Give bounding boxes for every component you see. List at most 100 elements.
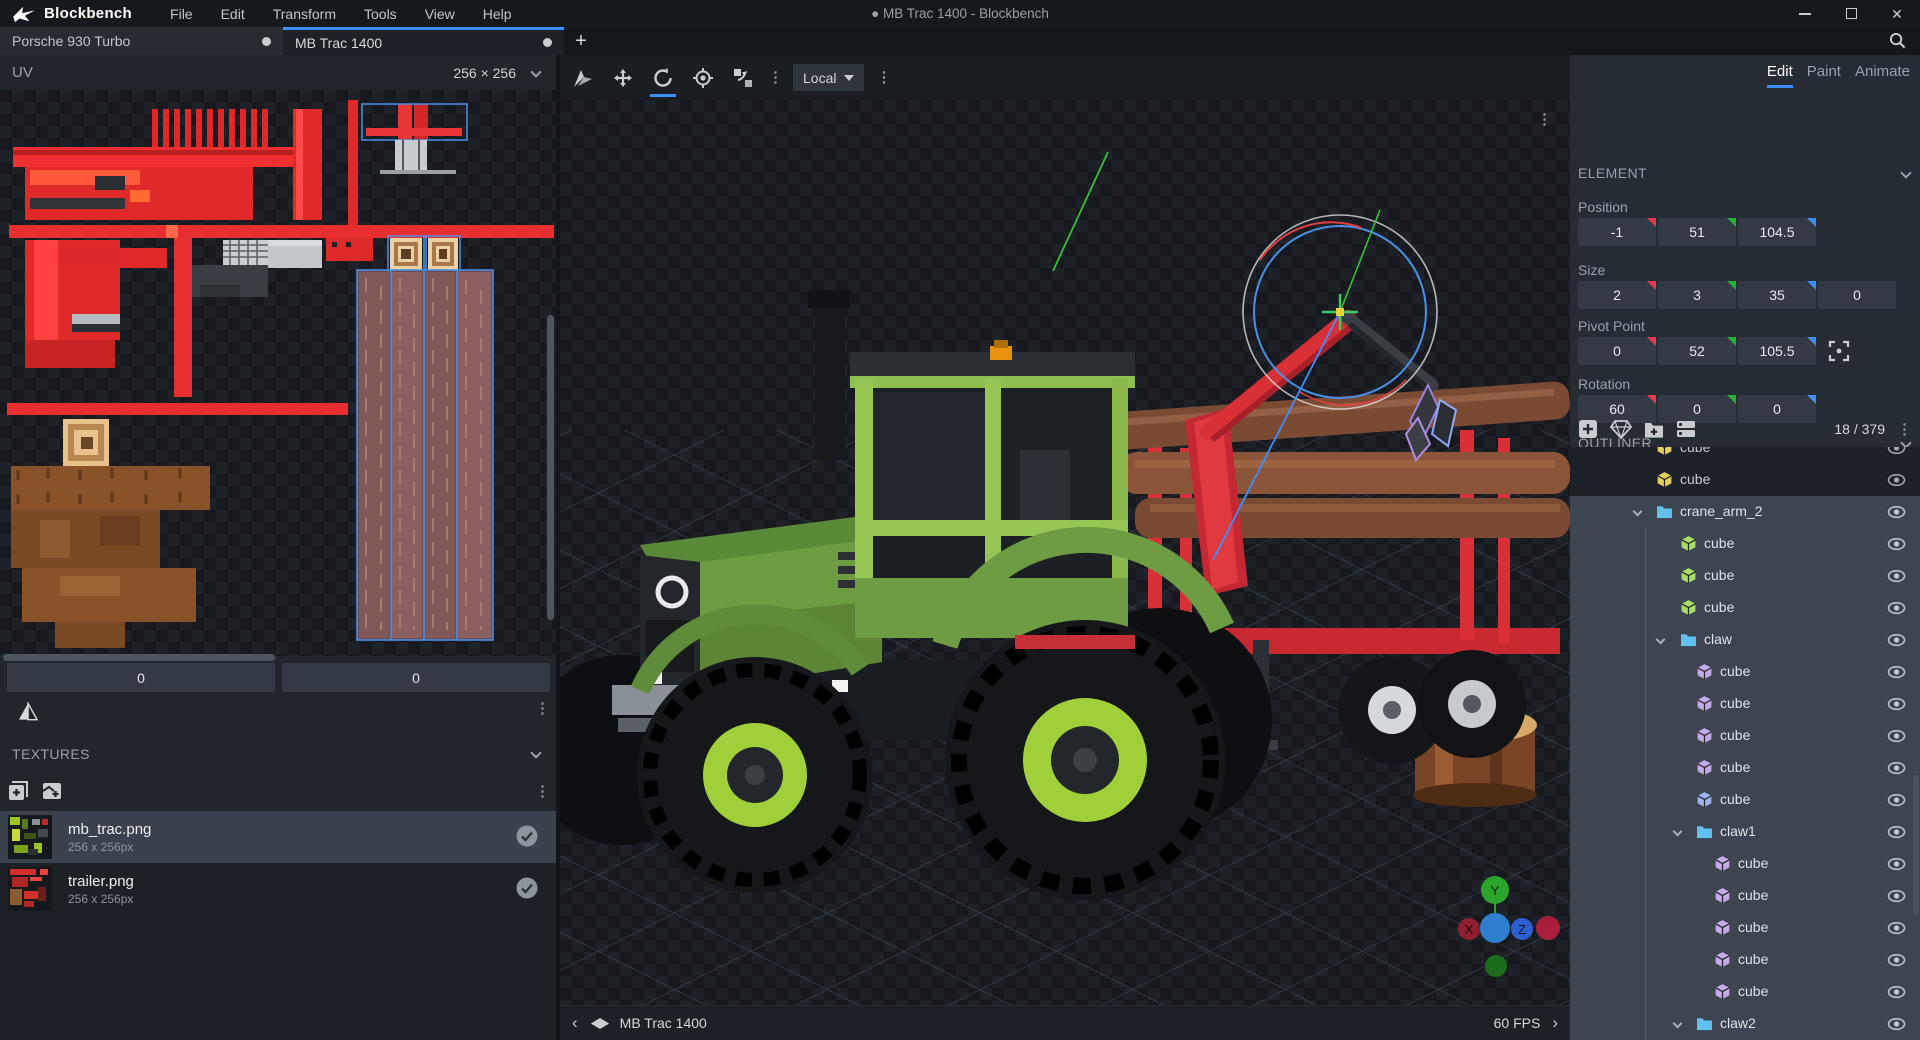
tab-porsche-930-turbo[interactable]: Porsche 930 Turbo (0, 27, 283, 55)
mirror-uv-icon[interactable] (18, 702, 38, 721)
visibility-toggle-icon[interactable] (1887, 601, 1906, 615)
position-z-field[interactable]: 104.5 (1738, 218, 1816, 246)
add-mesh-icon[interactable] (1610, 419, 1632, 439)
vertex-snap-tool-button[interactable] (726, 60, 760, 96)
size-z-field[interactable]: 35 (1738, 281, 1816, 309)
visibility-toggle-icon[interactable] (1887, 447, 1906, 455)
center-pivot-icon[interactable] (1828, 340, 1850, 362)
chevron-down-icon[interactable] (530, 747, 541, 758)
outliner-row-cube[interactable]: cube (1570, 784, 1920, 816)
uv-slide-x[interactable]: 0 (7, 663, 275, 692)
maximize-button[interactable] (1828, 0, 1874, 27)
outliner-row-crane-arm-2[interactable]: crane_arm_2 (1570, 496, 1920, 528)
chevron-down-icon[interactable] (1673, 1019, 1683, 1029)
uv-resolution[interactable]: 256 × 256 (453, 65, 516, 81)
create-texture-icon[interactable] (8, 781, 28, 801)
visibility-toggle-icon[interactable] (1887, 569, 1906, 583)
import-texture-icon[interactable] (42, 782, 62, 800)
tab-edit[interactable]: Edit (1767, 63, 1793, 88)
visibility-toggle-icon[interactable] (1887, 921, 1906, 935)
visibility-toggle-icon[interactable] (1887, 505, 1906, 519)
chevron-down-icon[interactable] (530, 66, 541, 77)
uv-toolbar-menu-icon[interactable]: ⋮ (535, 701, 550, 716)
texture-item-mb-trac[interactable]: mb_trac.png 256 x 256px (0, 811, 556, 863)
outliner-row-cube[interactable]: cube (1570, 752, 1920, 784)
pivot-x-field[interactable]: 0 (1578, 337, 1656, 365)
next-model-chevron[interactable]: › (1540, 1013, 1570, 1033)
uv-vertical-scrollbar[interactable] (547, 315, 554, 620)
uv-slide-y[interactable]: 0 (282, 663, 550, 692)
outliner-row-cube[interactable]: cube (1570, 464, 1920, 496)
visibility-toggle-icon[interactable] (1887, 1017, 1906, 1031)
visibility-toggle-icon[interactable] (1887, 473, 1906, 487)
toolbar-menu-icon-2[interactable]: ⋮ (876, 70, 891, 85)
prev-model-chevron[interactable]: ‹ (560, 1013, 590, 1033)
uv-editor-canvas[interactable] (0, 90, 556, 656)
visibility-toggle-icon[interactable] (1887, 825, 1906, 839)
visibility-toggle-icon[interactable] (1887, 889, 1906, 903)
size-x-field[interactable]: 2 (1578, 281, 1656, 309)
outliner-options-icon[interactable] (1676, 420, 1696, 438)
move-tool-button[interactable] (606, 60, 640, 96)
new-tab-button[interactable]: + (564, 27, 598, 55)
texture-item-trailer[interactable]: trailer.png 256 x 256px (0, 863, 556, 915)
textures-menu-icon[interactable]: ⋮ (535, 784, 550, 799)
tab-animate[interactable]: Animate (1855, 63, 1910, 88)
outliner-row-cube[interactable]: cube (1570, 528, 1920, 560)
menu-file[interactable]: File (158, 3, 205, 25)
position-x-field[interactable]: -1 (1578, 218, 1656, 246)
pivot-tool-button[interactable] (686, 60, 720, 96)
outliner-row-claw1[interactable]: claw1 (1570, 816, 1920, 848)
texture-visible-check-icon[interactable] (516, 825, 538, 847)
pivot-y-field[interactable]: 52 (1658, 337, 1736, 365)
outliner-row-cube[interactable]: cube (1570, 720, 1920, 752)
outliner-row-cube[interactable]: cube (1570, 688, 1920, 720)
outliner-row-cube[interactable]: cube (1570, 848, 1920, 880)
toolbar-menu-icon[interactable]: ⋮ (768, 70, 783, 85)
search-icon[interactable] (1889, 32, 1906, 49)
rotate-tool-button[interactable] (646, 60, 680, 96)
pivot-z-field[interactable]: 105.5 (1738, 337, 1816, 365)
outliner-row-cube[interactable]: cube (1570, 656, 1920, 688)
visibility-toggle-icon[interactable] (1887, 761, 1906, 775)
position-y-field[interactable]: 51 (1658, 218, 1736, 246)
outliner-row-cube[interactable]: cube (1570, 912, 1920, 944)
size-w-field[interactable]: 0 (1818, 281, 1896, 309)
visibility-toggle-icon[interactable] (1887, 665, 1906, 679)
element-section-header[interactable]: ELEMENT (1578, 165, 1910, 181)
3d-viewport[interactable]: X Y Z ⋮ (560, 100, 1570, 1005)
menu-transform[interactable]: Transform (261, 3, 348, 25)
outliner-row-claw2[interactable]: claw2 (1570, 1008, 1920, 1040)
minimize-button[interactable] (1782, 0, 1828, 27)
gizmo-tool-button[interactable] (566, 60, 600, 96)
outliner-row-cube[interactable]: cube (1570, 976, 1920, 1008)
chevron-down-icon[interactable] (1673, 827, 1683, 837)
outliner-row-claw[interactable]: claw (1570, 624, 1920, 656)
close-button[interactable]: ✕ (1874, 0, 1920, 27)
visibility-toggle-icon[interactable] (1887, 697, 1906, 711)
visibility-toggle-icon[interactable] (1887, 857, 1906, 871)
unsaved-dot[interactable] (543, 38, 552, 47)
transform-space-dropdown[interactable]: Local (793, 64, 864, 91)
outliner-row-cube[interactable]: cube (1570, 944, 1920, 976)
add-group-icon[interactable] (1644, 421, 1664, 438)
outliner-row-cube[interactable]: cube (1570, 592, 1920, 624)
uv-horizontal-scrollbar[interactable] (3, 654, 275, 661)
size-y-field[interactable]: 3 (1658, 281, 1736, 309)
visibility-toggle-icon[interactable] (1887, 537, 1906, 551)
visibility-toggle-icon[interactable] (1887, 953, 1906, 967)
visibility-toggle-icon[interactable] (1887, 633, 1906, 647)
outliner-menu-icon[interactable]: ⋮ (1897, 422, 1912, 437)
add-cube-icon[interactable] (1578, 419, 1598, 439)
chevron-down-icon[interactable] (1656, 635, 1666, 645)
tab-paint[interactable]: Paint (1807, 63, 1841, 88)
texture-visible-check-icon[interactable] (516, 877, 538, 899)
outliner-scrollbar[interactable] (1913, 775, 1919, 915)
visibility-toggle-icon[interactable] (1887, 729, 1906, 743)
menu-view[interactable]: View (413, 3, 467, 25)
menu-tools[interactable]: Tools (352, 3, 409, 25)
chevron-down-icon[interactable] (1633, 507, 1643, 517)
outliner-row-cube[interactable]: cube (1570, 880, 1920, 912)
viewport-menu-icon[interactable]: ⋮ (1537, 112, 1552, 127)
visibility-toggle-icon[interactable] (1887, 985, 1906, 999)
